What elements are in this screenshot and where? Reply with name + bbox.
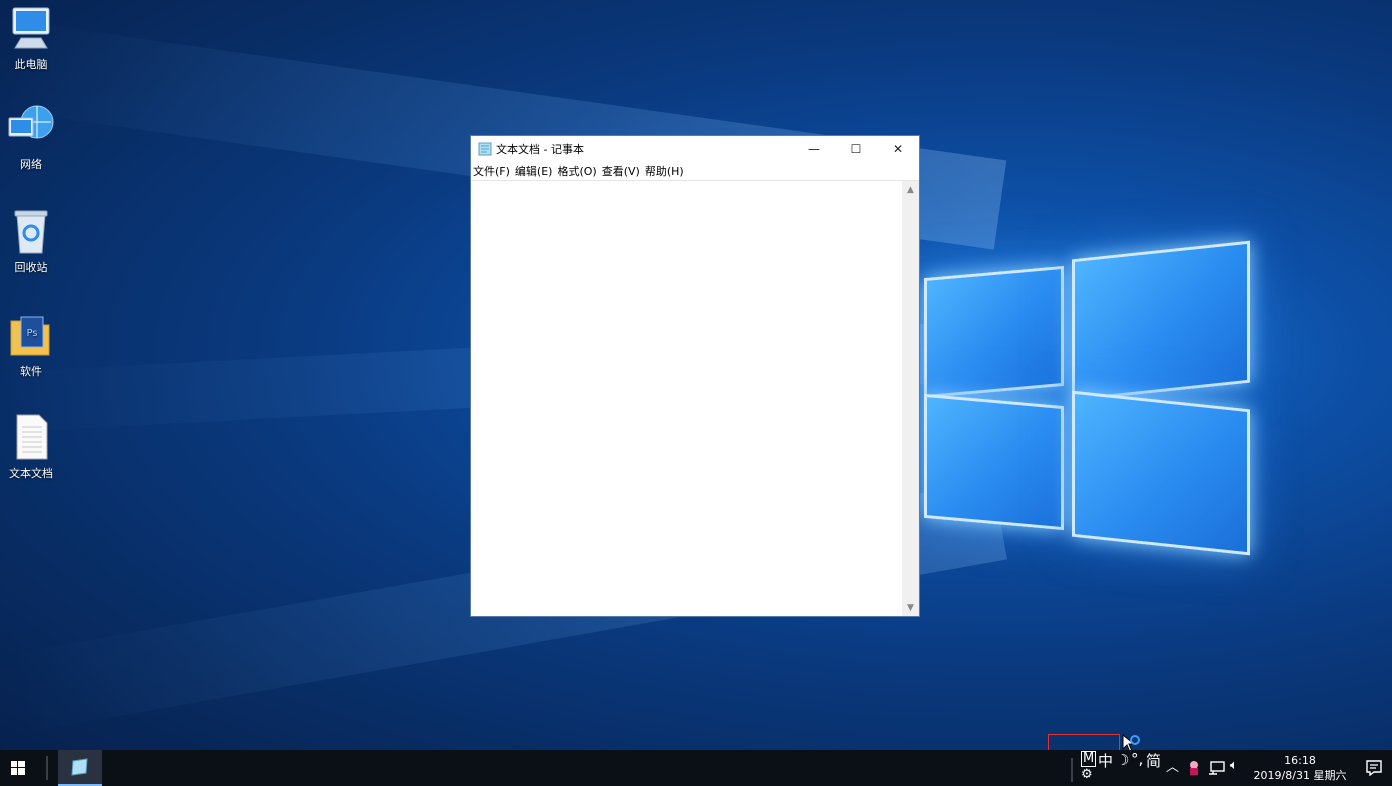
show-hidden-icons-chevron-icon[interactable]: ︿: [1166, 756, 1179, 775]
windows-logo-pane: [1072, 390, 1250, 556]
scroll-down-arrow-icon[interactable]: ▼: [902, 599, 919, 616]
text-document-icon: [16, 414, 48, 460]
minimize-button[interactable]: —: [793, 136, 835, 162]
close-button[interactable]: ✕: [877, 136, 919, 162]
desktop-icon-label: 此电脑: [14, 58, 48, 71]
desktop-icon-label: 回收站: [14, 261, 48, 274]
scroll-up-arrow-icon[interactable]: ▲: [902, 181, 919, 198]
windows-logo-pane: [1072, 240, 1250, 402]
ime-simplified-indicator[interactable]: 简: [1146, 750, 1161, 771]
taskbar-divider: [46, 756, 48, 780]
ime-punctuation[interactable]: °,: [1131, 750, 1143, 768]
windows-start-icon: [11, 761, 25, 775]
taskbar-notepad-button[interactable]: [58, 750, 102, 786]
start-button[interactable]: [0, 750, 36, 786]
recycle-bin-icon: [14, 210, 48, 254]
editor-content: [471, 181, 919, 189]
ime-mode-m[interactable]: M: [1081, 751, 1097, 767]
window-controls: — ☐ ✕: [793, 136, 919, 162]
menu-file[interactable]: 文件(F): [473, 163, 510, 179]
desktop-icon-this-pc[interactable]: 此电脑: [0, 4, 62, 72]
app-tray-icon[interactable]: [1187, 760, 1201, 776]
desktop-icon-label: 网络: [20, 158, 42, 171]
ime-chinese-indicator[interactable]: 中: [1098, 750, 1113, 771]
menu-edit[interactable]: 编辑(E): [515, 163, 553, 179]
taskbar: M 中 ☽ °, 简 ⚙ ︿ 🔈︎ 16:18 2019/8/31 星期六: [0, 750, 1392, 786]
action-center-icon[interactable]: [1366, 760, 1382, 776]
ime-moon-icon[interactable]: ☽: [1116, 751, 1129, 769]
notepad-title: 文本文档 - 记事本: [496, 143, 584, 156]
desktop-icon-label: 软件: [20, 365, 42, 378]
maximize-button[interactable]: ☐: [835, 136, 877, 162]
folder-icon: Ps: [10, 316, 50, 356]
desktop-icon-recycle-bin[interactable]: 回收站: [0, 207, 62, 275]
menu-help[interactable]: 帮助(H): [645, 163, 684, 179]
network-icon: [8, 105, 54, 139]
desktop-icon-text-document[interactable]: 文本文档: [0, 413, 62, 481]
clock-date: 2019/8/31 星期六: [1253, 769, 1347, 782]
windows-logo-pane: [924, 265, 1064, 399]
text-editor-area[interactable]: ▲ ▼: [471, 180, 919, 616]
windows-logo-pane: [924, 393, 1064, 531]
menu-view[interactable]: 查看(V): [602, 163, 640, 179]
menu-bar: 文件(F) 编辑(E) 格式(O) 查看(V) 帮助(H): [471, 162, 919, 180]
notepad-icon: [71, 758, 88, 776]
vertical-scrollbar[interactable]: ▲ ▼: [902, 181, 919, 616]
desktop-icon-network[interactable]: 网络: [0, 104, 62, 172]
computer-icon: [12, 7, 50, 49]
svg-text:Ps: Ps: [26, 328, 37, 339]
notepad-icon: [478, 142, 492, 156]
notepad-window[interactable]: 文本文档 - 记事本 — ☐ ✕ 文件(F) 编辑(E) 格式(O) 查看(V)…: [470, 135, 920, 617]
taskbar-clock[interactable]: 16:18 2019/8/31 星期六: [1250, 753, 1350, 783]
desktop-icon-software[interactable]: Ps 软件: [0, 311, 62, 379]
clock-time: 16:18: [1284, 754, 1316, 767]
taskbar-divider: [1071, 758, 1073, 782]
menu-format[interactable]: 格式(O): [557, 163, 596, 179]
network-tray-icon[interactable]: [1208, 761, 1226, 775]
ime-settings-gear-icon[interactable]: ⚙: [1081, 767, 1093, 782]
volume-icon[interactable]: 🔈︎: [1230, 758, 1238, 773]
desktop-icon-label: 文本文档: [9, 467, 53, 480]
